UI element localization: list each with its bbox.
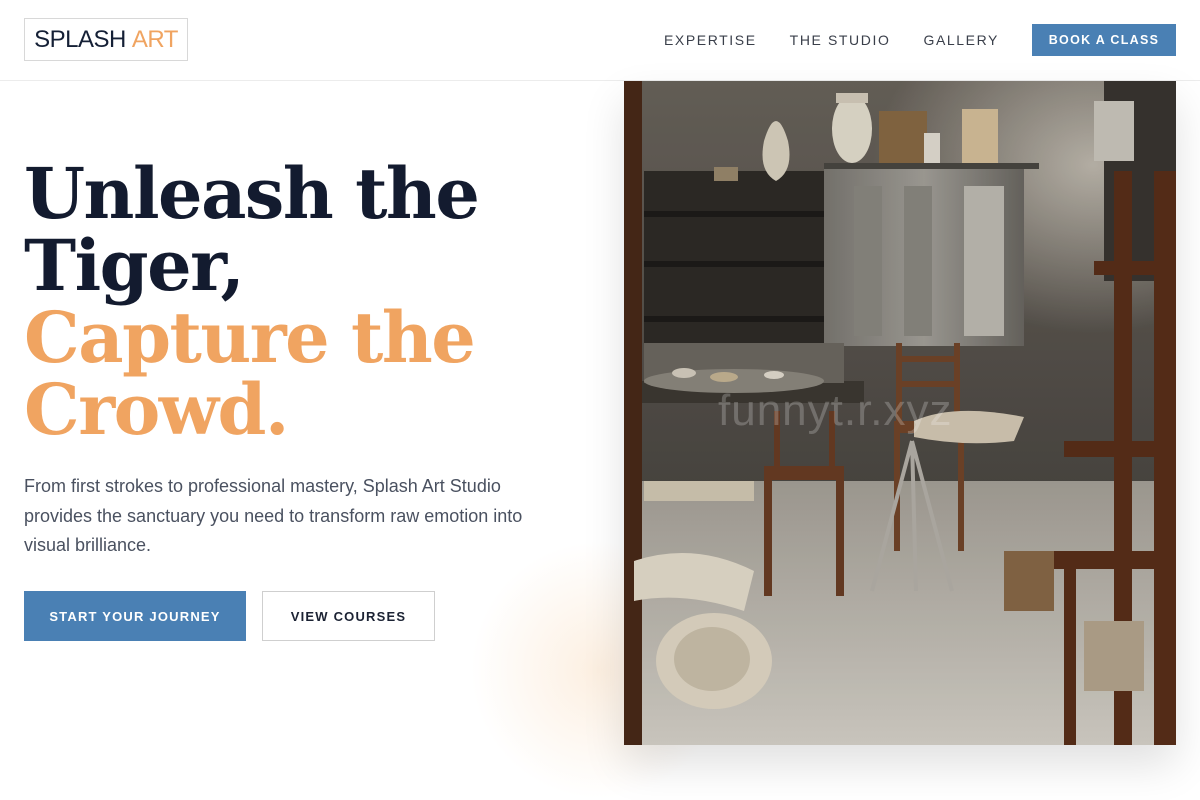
site-header: SPLASH ART EXPERTISE THE STUDIO GALLERY … [0, 0, 1200, 81]
logo-brand: SPLASH [34, 25, 126, 53]
logo-accent: ART [131, 25, 179, 53]
book-a-class-button[interactable]: BOOK A CLASS [1032, 24, 1176, 56]
hero-subtitle: From first strokes to professional maste… [24, 476, 523, 555]
hero-title-line-3: Capture the [24, 296, 476, 379]
hero-title-line-4: Crowd. [24, 368, 289, 451]
hero-title-line-1: Unleash the [24, 152, 480, 235]
nav-link-the-studio[interactable]: THE STUDIO [790, 32, 891, 48]
nav-link-expertise[interactable]: EXPERTISE [664, 32, 757, 48]
nav-link-gallery[interactable]: GALLERY [923, 32, 999, 48]
studio-illustration [624, 81, 1176, 745]
start-your-journey-button[interactable]: START YOUR JOURNEY [24, 591, 246, 641]
main-nav: EXPERTISE THE STUDIO GALLERY BOOK A CLAS… [664, 24, 1176, 56]
view-courses-button[interactable]: VIEW COURSES [262, 591, 435, 641]
hero-title: Unleash the Tiger, Capture the Crowd. [24, 158, 584, 446]
hero-image [624, 81, 1176, 745]
logo[interactable]: SPLASH ART [24, 18, 188, 61]
hero-title-line-2: Tiger, [24, 224, 245, 307]
